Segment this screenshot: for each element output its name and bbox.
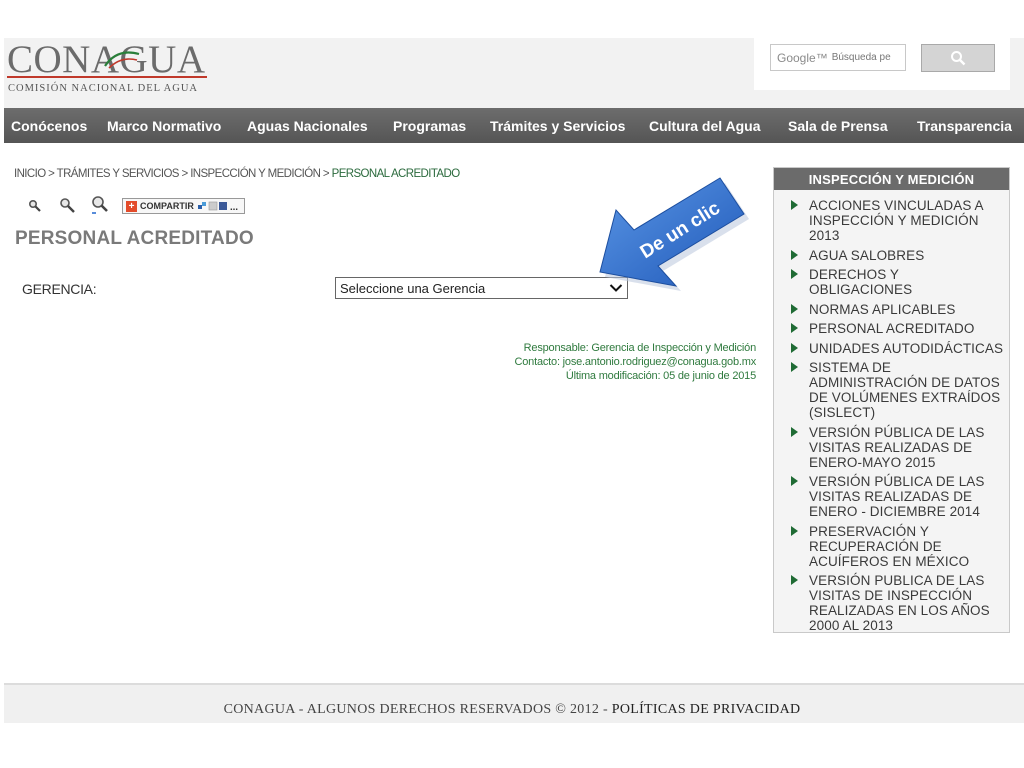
triangle-right-icon (791, 525, 798, 536)
sidebar-item-label: SISTEMA DE ADMINISTRACIÓN DE DATOS DE VO… (809, 360, 1001, 420)
nav-cultura-agua[interactable]: Cultura del Agua (649, 118, 761, 134)
share-services-icon: … (197, 201, 238, 211)
triangle-right-icon (791, 362, 798, 372)
triangle-right-icon (791, 323, 798, 333)
share-label: COMPARTIR (140, 201, 194, 211)
sidebar-item-agua-salobres[interactable]: AGUA SALOBRES (774, 248, 1009, 263)
triangle-right-icon (791, 476, 798, 486)
nav-programas[interactable]: Programas (393, 118, 466, 134)
click-callout-arrow: De un clic (599, 177, 749, 291)
sidebar-item-preservacion-acuiferos[interactable]: PRESERVACIÓN Y RECUPERACIÓN DE ACUÍFEROS… (774, 524, 1009, 569)
crumb-separator: > (320, 168, 332, 180)
sidebar-item-sislect[interactable]: SISTEMA DE ADMINISTRACIÓN DE DATOS DE VO… (774, 360, 1009, 420)
triangle-right-icon (791, 200, 798, 210)
logo-swoosh-icon (104, 51, 140, 69)
sidebar-item-visitas-2015[interactable]: VERSIÓN PÚBLICA DE LAS VISITAS REALIZADA… (774, 425, 1009, 470)
logo-subtitle: COMISIÓN NACIONAL DEL AGUA (8, 83, 199, 94)
gerencia-select[interactable]: Seleccione una Gerencia (335, 277, 628, 299)
sidebar: INSPECCIÓN Y MEDICIÓN ACCIONES VINCULADA… (773, 167, 1010, 633)
nav-tramites-servicios[interactable]: Trámites y Servicios (490, 118, 625, 134)
crumb-separator: > (45, 168, 57, 180)
search-placeholder: Búsqueda pe (831, 52, 891, 63)
breadcrumb: INICIO > TRÁMITES Y SERVICIOS > INSPECCI… (14, 168, 460, 180)
sidebar-item-personal-acreditado[interactable]: PERSONAL ACREDITADO (774, 321, 1009, 336)
triangle-right-icon (791, 303, 798, 314)
crumb-inspeccion[interactable]: INSPECCIÓN Y MEDICIÓN (190, 168, 321, 180)
contacto-line[interactable]: Contacto: jose.antonio.rodriguez@conagua… (420, 355, 757, 369)
sidebar-item-unidades-autodidacticas[interactable]: UNIDADES AUTODIDÁCTICAS (774, 341, 1009, 356)
sidebar-item-label: VERSIÓN PÚBLICA DE LAS VISITAS REALIZADA… (809, 474, 985, 519)
responsable-line: Responsable: Gerencia de Inspección y Me… (523, 342, 757, 354)
sidebar-item-label: VERSIÓN PÚBLICA DE LAS VISITAS REALIZADA… (809, 424, 985, 470)
sidebar-item-label: AGUA SALOBRES (809, 247, 925, 263)
sidebar-item-normas-aplicables[interactable]: NORMAS APLICABLES (774, 302, 1009, 317)
zoom-out-icon[interactable] (26, 196, 46, 216)
footer-text: CONAGUA - ALGUNOS DERECHOS RESERVADOS © … (223, 702, 612, 717)
sidebar-item-label: PERSONAL ACREDITADO (809, 321, 975, 336)
google-brand: Google™ (777, 50, 828, 65)
svg-text:…: … (230, 203, 238, 211)
triangle-right-icon (791, 269, 798, 279)
triangle-right-icon (791, 426, 798, 437)
nav-aguas-nacionales[interactable]: Aguas Nacionales (247, 118, 368, 134)
nav-conocenos[interactable]: Conócenos (11, 118, 87, 134)
crumb-separator: > (178, 168, 191, 180)
search-input[interactable]: Google™ Búsqueda pe (770, 44, 906, 71)
sidebar-title: INSPECCIÓN Y MEDICIÓN (774, 168, 1009, 190)
triangle-right-icon (791, 249, 798, 260)
crumb-current: PERSONAL ACREDITADO (331, 168, 461, 180)
gerencia-selected-value: Seleccione una Gerencia (340, 280, 486, 296)
triangle-right-icon (791, 575, 798, 585)
page-tools: + COMPARTIR … (26, 196, 245, 216)
main-nav: Conócenos Marco Normativo Aguas Nacional… (4, 108, 1024, 143)
logo-underline (7, 76, 207, 78)
nav-transparencia[interactable]: Transparencia (917, 118, 1012, 134)
sidebar-list: ACCIONES VINCULADAS A INSPECCIÓN Y MEDIC… (774, 190, 1009, 633)
page-title: PERSONAL ACREDITADO (15, 228, 254, 249)
search-area: Google™ Búsqueda pe (754, 38, 1010, 90)
sidebar-item-label: VERSIÓN PUBLICA DE LAS VISITAS DE INSPEC… (809, 573, 990, 633)
sidebar-item-label: NORMAS APLICABLES (809, 301, 956, 317)
gerencia-label: GERENCIA: (22, 281, 97, 297)
nav-marco-normativo[interactable]: Marco Normativo (107, 118, 221, 134)
nav-sala-prensa[interactable]: Sala de Prensa (788, 118, 888, 134)
zoom-reset-icon[interactable] (58, 196, 78, 216)
crumb-inicio[interactable]: INICIO (14, 168, 46, 180)
share-button[interactable]: + COMPARTIR … (122, 198, 245, 214)
page-info: Responsable: Gerencia de Inspección y Me… (420, 341, 757, 383)
privacy-link[interactable]: POLÍTICAS DE PRIVACIDAD (612, 702, 801, 717)
share-plus-icon: + (126, 200, 137, 212)
search-icon (951, 51, 966, 66)
sidebar-item-label: DERECHOS Y OBLIGACIONES (809, 267, 913, 297)
sidebar-item-label: PRESERVACIÓN Y RECUPERACIÓN DE ACUÍFEROS… (809, 523, 970, 569)
sidebar-item-acciones-vinculadas[interactable]: ACCIONES VINCULADAS A INSPECCIÓN Y MEDIC… (774, 198, 1009, 243)
sidebar-item-derechos-obligaciones[interactable]: DERECHOS Y OBLIGACIONES (774, 267, 1009, 297)
footer: CONAGUA - ALGUNOS DERECHOS RESERVADOS © … (0, 702, 1024, 718)
triangle-right-icon (791, 342, 798, 353)
sidebar-item-visitas-2014[interactable]: VERSIÓN PÚBLICA DE LAS VISITAS REALIZADA… (774, 474, 1009, 519)
crumb-tramites[interactable]: TRÁMITES Y SERVICIOS (57, 168, 180, 180)
sidebar-item-label: UNIDADES AUTODIDÁCTICAS (809, 340, 1004, 356)
modificacion-line: Última modificación: 05 de junio de 2015 (565, 370, 756, 382)
sidebar-item-visitas-2000-2013[interactable]: VERSIÓN PUBLICA DE LAS VISITAS DE INSPEC… (774, 573, 1009, 633)
zoom-in-icon[interactable] (90, 196, 110, 216)
conagua-logo[interactable]: CONAGUA COMISIÓN NACIONAL DEL AGUA (7, 40, 212, 98)
sidebar-item-label: ACCIONES VINCULADAS A INSPECCIÓN Y MEDIC… (809, 198, 983, 243)
search-button[interactable] (921, 44, 995, 72)
